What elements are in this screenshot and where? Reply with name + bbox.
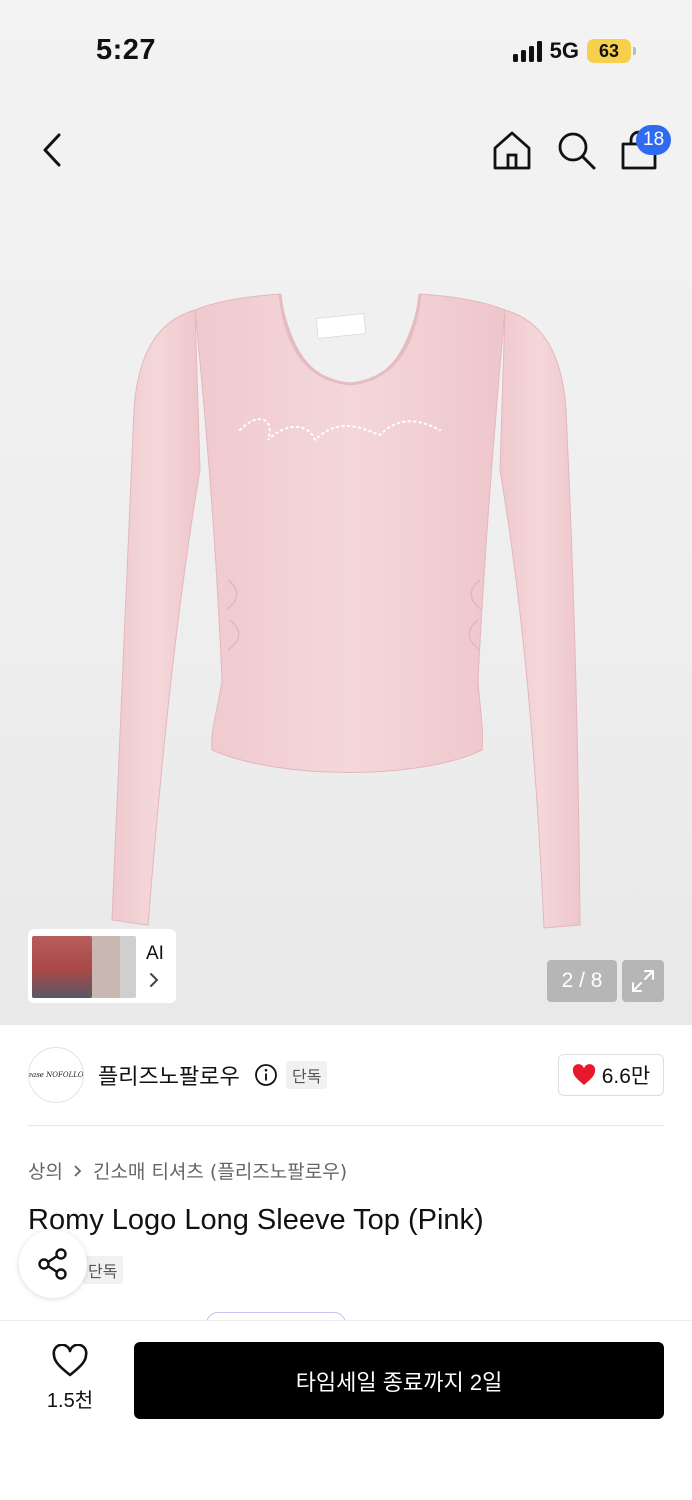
product-image-gallery[interactable]: 5:27 5G 63 18 AI 2 / 8 (0, 0, 692, 1025)
breadcrumb-category[interactable]: 상의 (28, 1157, 63, 1184)
info-icon[interactable] (254, 1063, 278, 1087)
ai-styling-button[interactable]: AI (28, 929, 176, 1003)
image-pager: 2 / 8 (547, 960, 617, 1002)
product-detail-page: 5:27 5G 63 18 AI 2 / 8 ease NOFOLLO 플리즈노… (0, 0, 692, 1500)
chevron-right-icon (74, 1164, 82, 1177)
share-button[interactable] (19, 1230, 87, 1298)
ai-thumbnails (32, 932, 138, 1000)
divider (28, 1125, 664, 1126)
chevron-left-icon (43, 133, 61, 167)
back-button[interactable] (32, 128, 72, 172)
brand-like-count: 6.6만 (601, 1065, 651, 1088)
status-indicators: 5G 63 (512, 38, 636, 64)
battery-level: 63 (587, 39, 631, 63)
product-image[interactable] (100, 280, 600, 940)
time-sale-button[interactable]: 타임세일 종료까지 2일 (134, 1342, 664, 1419)
search-icon (558, 132, 596, 170)
signal-icon (512, 40, 542, 62)
breadcrumb: 상의 긴소매 티셔츠 (플리즈노팔로우) (28, 1157, 347, 1184)
status-time: 5:27 (96, 34, 157, 66)
product-title: Romy Logo Long Sleeve Top (Pink) (28, 1204, 484, 1236)
wishlist-count: 1.5천 (46, 1390, 94, 1412)
heart-outline-icon (52, 1344, 88, 1377)
network-type: 5G (549, 38, 579, 63)
heart-filled-icon (572, 1064, 595, 1085)
chevron-right-icon (150, 973, 159, 987)
brand-like-button[interactable]: 6.6만 (558, 1054, 664, 1096)
brand-logo-text: please NOFOLLOW (28, 1071, 84, 1079)
breadcrumb-subcategory[interactable]: 긴소매 티셔츠 (플리즈노팔로우) (93, 1157, 347, 1184)
product-exclusive-badge: 단독 (82, 1256, 124, 1284)
ai-label: AI (146, 943, 164, 964)
search-button[interactable] (554, 128, 598, 172)
expand-icon (632, 970, 654, 992)
brand-name-link[interactable]: 플리즈노팔로우 (98, 1059, 240, 1091)
wishlist-button[interactable]: 1.5천 (30, 1344, 110, 1416)
battery-icon: 63 (587, 39, 636, 63)
expand-image-button[interactable] (622, 960, 664, 1002)
cart-count-badge: 18 (636, 125, 672, 155)
home-button[interactable] (490, 128, 534, 172)
home-icon (493, 131, 531, 170)
exclusive-badge: 단독 (286, 1061, 328, 1089)
brand-logo[interactable]: please NOFOLLOW (28, 1047, 84, 1103)
share-icon (38, 1248, 67, 1280)
